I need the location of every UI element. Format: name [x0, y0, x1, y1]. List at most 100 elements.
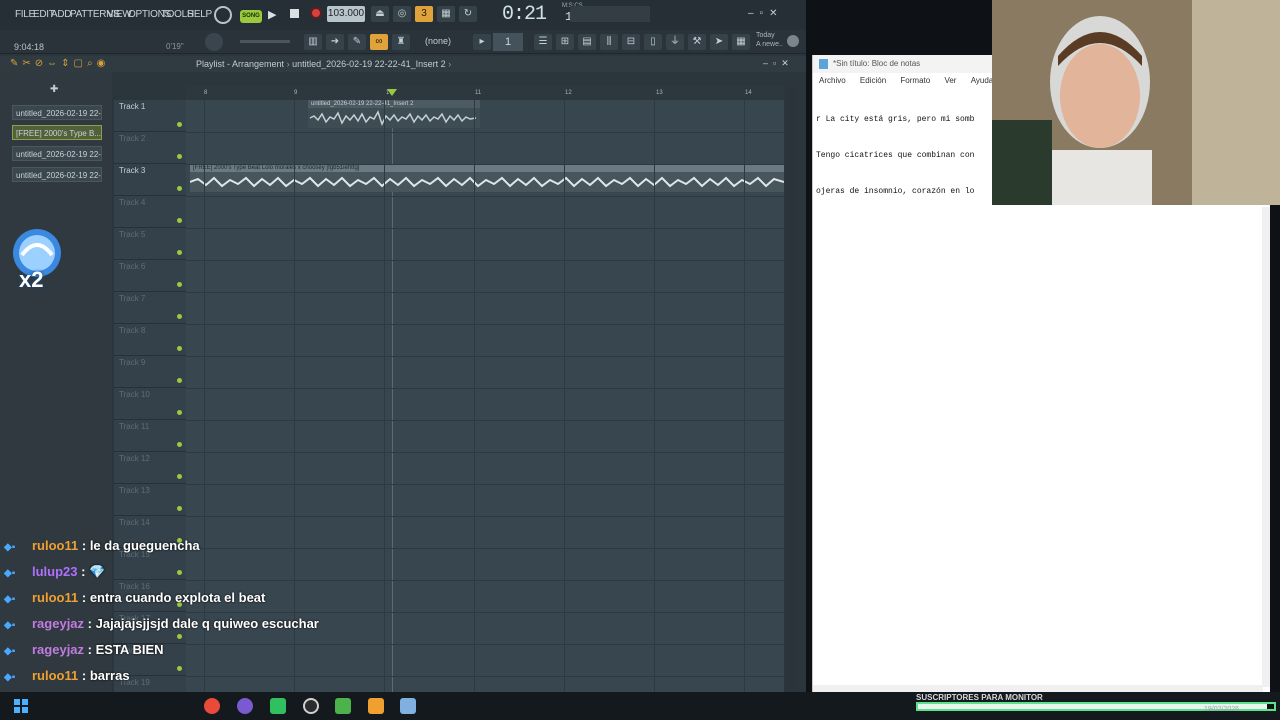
track-mute-led[interactable] [177, 314, 182, 319]
chat-username: ruloo11 [32, 668, 79, 683]
track-header[interactable]: Track 4 [114, 196, 186, 228]
pattern-selector[interactable]: (none) [425, 36, 451, 46]
pattern-number[interactable]: 1 [493, 33, 523, 51]
track-mute-led[interactable] [177, 154, 182, 159]
track-mute-led[interactable] [177, 282, 182, 287]
track-mute-led[interactable] [177, 250, 182, 255]
chrome-icon[interactable] [204, 698, 220, 714]
link-icon[interactable]: ∞ [370, 34, 388, 50]
track-mute-led[interactable] [177, 570, 182, 575]
tools-icon[interactable]: ⚒ [688, 34, 706, 50]
menu-add[interactable]: ADD [51, 9, 72, 20]
grid-row-line [186, 484, 784, 485]
notepad-line: ojeras de insomnio, corazón en lo [816, 187, 975, 196]
track-header[interactable]: Track 6 [114, 260, 186, 292]
menu-file[interactable]: FILE [15, 9, 35, 20]
playlist-icon[interactable]: ☰ [534, 34, 552, 50]
track-mute-led[interactable] [177, 122, 182, 127]
audio-clip-track1[interactable]: untitled_2026-02-19 22-22-41_Insert 2 [308, 100, 480, 128]
track-mute-led[interactable] [177, 378, 182, 383]
draw-tool-icon[interactable]: ✎ [348, 34, 366, 50]
master-volume-knob[interactable] [205, 33, 223, 51]
track-mute-led[interactable] [177, 218, 182, 223]
track-header[interactable]: Track 13 [114, 484, 186, 516]
playlist-grid[interactable]: untitled_2026-02-19 22-22-41_Insert 2 [F… [186, 100, 784, 692]
notepad-taskbar-icon[interactable] [400, 698, 416, 714]
clip-item[interactable]: untitled_2026-02-19 22-... [12, 146, 102, 161]
piano-icon[interactable]: ▥ [304, 34, 322, 50]
minecraft-icon[interactable] [335, 698, 351, 714]
song-mode-toggle[interactable]: SONG [240, 10, 262, 23]
performance-dial-icon[interactable] [214, 6, 232, 24]
clip-item[interactable]: untitled_2026-02-19 22-... [12, 167, 102, 182]
notepad-menu-ver[interactable]: Ver [944, 76, 956, 85]
window-controls[interactable]: –▫✕ [748, 8, 784, 19]
send-icon[interactable]: ➤ [710, 34, 728, 50]
notepad-menu-ayuda[interactable]: Ayuda [971, 76, 994, 85]
track-mute-led[interactable] [177, 474, 182, 479]
mixer-icon[interactable]: ⫼ [600, 34, 618, 50]
fl-cloud-icon[interactable] [787, 35, 799, 47]
notepad-menu-edicion[interactable]: Edición [860, 76, 886, 85]
countdown-icon[interactable]: 3 [415, 6, 433, 22]
chat-separator: : [78, 668, 90, 683]
track-header[interactable]: Track 9 [114, 356, 186, 388]
grid-icon[interactable]: ▦ [732, 34, 750, 50]
menu-help[interactable]: HELP [187, 9, 212, 20]
record-icon[interactable] [310, 7, 322, 19]
stop-icon[interactable] [290, 9, 299, 18]
playhead-marker-icon[interactable] [387, 89, 397, 96]
clip-item[interactable]: untitled_2026-02-19 22-... [12, 105, 102, 120]
plugin-icon[interactable]: ▯ [644, 34, 662, 50]
track-header[interactable]: Track 11 [114, 420, 186, 452]
piano-roll-icon[interactable]: ▤ [578, 34, 596, 50]
track-header[interactable]: Track 2 [114, 132, 186, 164]
pattern-prev-icon[interactable]: ▸ [473, 34, 491, 50]
track-header[interactable]: Track 5 [114, 228, 186, 260]
channel-rack-icon[interactable]: ⊞ [556, 34, 574, 50]
browser-add-icon[interactable]: ✚ [50, 84, 58, 95]
arrow-right-icon[interactable]: ➜ [326, 34, 344, 50]
audio-clip-track3[interactable]: [FREE] 2000's Type Beat Lolo morales x c… [189, 164, 784, 192]
fl-studio-taskbar-icon[interactable] [368, 698, 384, 714]
track-mute-led[interactable] [177, 666, 182, 671]
track-header[interactable]: Track 1 [114, 100, 186, 132]
stream-app-icon[interactable] [270, 698, 286, 714]
playlist-vertical-scrollbar[interactable] [786, 86, 798, 692]
loop-record-icon[interactable]: ↻ [459, 6, 477, 22]
wait-input-icon[interactable]: ◎ [393, 6, 411, 22]
track-mute-led[interactable] [177, 346, 182, 351]
playlist-window-controls[interactable]: –▫✕ [763, 58, 794, 69]
notepad-vertical-scrollbar[interactable] [1262, 207, 1270, 687]
track-mute-led[interactable] [177, 506, 182, 511]
browser-app-icon[interactable] [237, 698, 253, 714]
timeline-ruler[interactable]: 8 9 10 11 12 13 14 [186, 86, 784, 100]
play-icon[interactable]: ▶ [268, 8, 276, 21]
track-header[interactable]: Track 8 [114, 324, 186, 356]
browser-icon[interactable]: ⊟ [622, 34, 640, 50]
metronome-icon[interactable]: ⏏ [371, 6, 389, 22]
track-header[interactable]: Track 7 [114, 292, 186, 324]
notepad-text-area[interactable]: r La city está gris, pero mi somb Tengo … [816, 90, 974, 222]
clip-item-selected[interactable]: [FREE] 2000's Type B... [12, 125, 102, 140]
webcam-image [992, 0, 1280, 205]
stamp-icon[interactable]: ♜ [392, 34, 410, 50]
plug-icon[interactable]: ⏚ [666, 34, 684, 50]
track-mute-led[interactable] [177, 410, 182, 415]
tempo-display[interactable]: 103.000 [327, 6, 365, 22]
step-edit-icon[interactable]: ▦ [437, 6, 455, 22]
notepad-menu-archivo[interactable]: Archivo [819, 76, 846, 85]
master-pitch-slider[interactable] [240, 40, 290, 43]
grid-row-line [186, 516, 784, 517]
windows-start-icon[interactable] [14, 699, 28, 713]
news-panel[interactable]: Today A newe.. [756, 31, 783, 49]
track-header[interactable]: Track 3 [114, 164, 186, 196]
track-mute-led[interactable] [177, 442, 182, 447]
track-header[interactable]: Track 12 [114, 452, 186, 484]
track-label: Track 13 [119, 486, 150, 495]
notepad-menu-formato[interactable]: Formato [900, 76, 930, 85]
playlist-tool-icons[interactable]: ✎✂⊘⇔⇕▢⌕◉ [10, 58, 109, 69]
track-mute-led[interactable] [177, 186, 182, 191]
obs-icon[interactable] [303, 698, 319, 714]
track-header[interactable]: Track 10 [114, 388, 186, 420]
